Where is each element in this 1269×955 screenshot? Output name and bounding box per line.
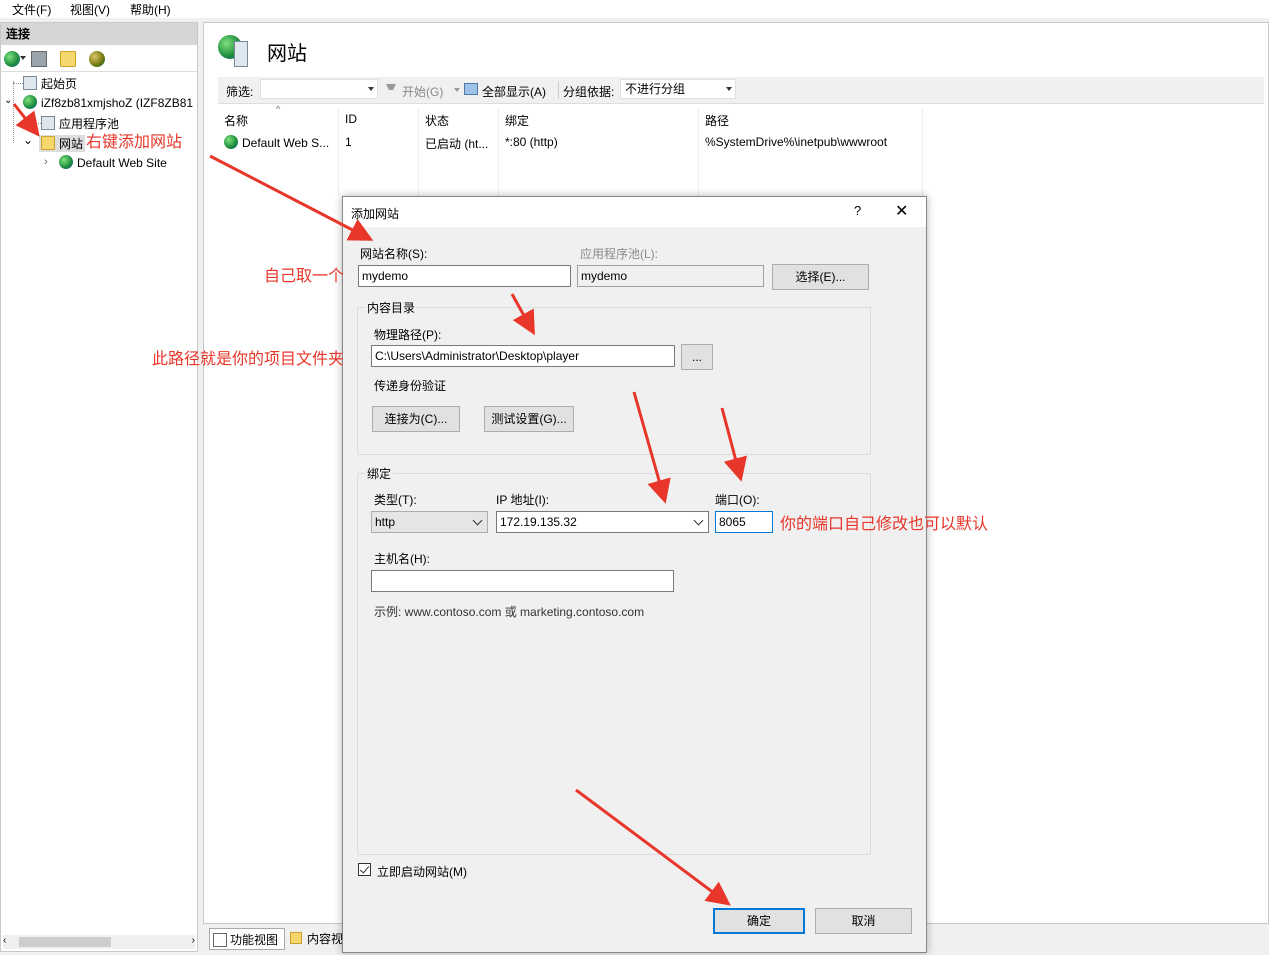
scroll-thumb[interactable] bbox=[19, 937, 111, 947]
add-website-dialog: 添加网站 ? ✕ 网站名称(S): mydemo 应用程序池(L): mydem… bbox=[342, 196, 927, 953]
dialog-title: 添加网站 bbox=[351, 207, 400, 221]
sites-folder-icon bbox=[41, 136, 55, 150]
sort-up-icon: ^ bbox=[276, 104, 281, 114]
menu-help[interactable]: 帮助(H) bbox=[130, 1, 171, 18]
binding-title: 绑定 bbox=[365, 465, 394, 482]
dropdown-caret-icon bbox=[368, 87, 374, 91]
disconnect-icon[interactable] bbox=[89, 51, 105, 67]
features-view-icon bbox=[213, 933, 227, 947]
sites-header-icon bbox=[218, 33, 254, 67]
physical-path-label: 物理路径(P): bbox=[374, 328, 442, 342]
type-label: 类型(T): bbox=[374, 493, 417, 507]
col-header-path[interactable]: 路径 bbox=[705, 112, 729, 129]
annotation-path-note: 此路径就是你的项目文件夹 bbox=[152, 351, 345, 368]
port-input[interactable]: 8065 bbox=[715, 511, 773, 533]
collapse-chevron-icon[interactable]: › bbox=[44, 156, 48, 168]
chevron-down-icon bbox=[472, 515, 483, 526]
physical-path-input[interactable]: C:\Users\Administrator\Desktop\player bbox=[371, 345, 675, 367]
show-all-icon bbox=[464, 83, 478, 95]
menu-file[interactable]: 文件(F) bbox=[12, 1, 51, 18]
col-header-name[interactable]: 名称 bbox=[224, 112, 248, 129]
ip-address-select[interactable]: 172.19.135.32 bbox=[496, 511, 709, 533]
host-name-input[interactable] bbox=[371, 570, 674, 592]
save-icon[interactable] bbox=[31, 51, 47, 67]
site-globe-icon bbox=[224, 135, 238, 149]
tree-sites[interactable]: 网站 bbox=[39, 135, 86, 152]
funnel-icon bbox=[386, 84, 396, 94]
app-pool-icon bbox=[41, 116, 55, 130]
cancel-button[interactable]: 取消 bbox=[815, 908, 912, 934]
site-globe-icon bbox=[59, 155, 73, 169]
tab-features-view[interactable]: 功能视图 bbox=[209, 928, 285, 950]
start-immediately-label[interactable]: 立即启动网站(M) bbox=[377, 863, 467, 880]
group-by-label: 分组依据: bbox=[563, 85, 615, 99]
dropdown-caret-icon[interactable] bbox=[20, 56, 26, 60]
content-view-icon bbox=[290, 932, 302, 944]
app-pool-label: 应用程序池(L): bbox=[580, 247, 659, 261]
help-button[interactable]: ? bbox=[854, 203, 861, 218]
test-settings-button[interactable]: 测试设置(G)... bbox=[484, 406, 574, 432]
col-header-status[interactable]: 状态 bbox=[425, 112, 449, 129]
type-select[interactable]: http bbox=[371, 511, 488, 533]
connections-toolbar bbox=[1, 47, 197, 72]
connect-as-button[interactable]: 连接为(C)... bbox=[372, 406, 460, 432]
menu-view[interactable]: 视图(V) bbox=[70, 1, 110, 18]
connections-pane: 连接 起始页 ⌄ iZf8zb81xmjshoZ (IZF8ZB81 应用程序池… bbox=[0, 22, 198, 952]
dialog-titlebar: 添加网站 ? ✕ bbox=[343, 197, 926, 227]
dropdown-caret-icon[interactable] bbox=[454, 88, 460, 92]
annotation-port-note: 你的端口自己修改也可以默认 bbox=[780, 516, 989, 533]
tab-content-view[interactable]: 内容视 bbox=[287, 928, 347, 950]
host-name-label: 主机名(H): bbox=[374, 552, 430, 566]
start-immediately-checkbox[interactable] bbox=[358, 863, 371, 876]
app-pool-input: mydemo bbox=[577, 265, 764, 287]
select-app-pool-button[interactable]: 选择(E)... bbox=[772, 264, 869, 290]
filter-label: 筛选: bbox=[226, 85, 254, 99]
col-header-binding[interactable]: 绑定 bbox=[505, 112, 529, 129]
browse-button[interactable]: ... bbox=[681, 344, 713, 370]
site-name-input[interactable]: mydemo bbox=[358, 265, 571, 287]
tree-default-web-site[interactable]: Default Web Site bbox=[59, 155, 167, 170]
menu-bar: 文件(F) 视图(V) 帮助(H) bbox=[0, 0, 1269, 18]
start-filter-button[interactable]: 开始(G) bbox=[402, 83, 443, 100]
connections-hscrollbar[interactable]: ‹ › bbox=[3, 935, 195, 949]
connect-globe-icon[interactable] bbox=[4, 51, 20, 67]
toolbar-divider bbox=[558, 81, 559, 99]
port-label: 端口(O): bbox=[715, 493, 760, 507]
host-example-text: 示例: www.contoso.com 或 marketing.contoso.… bbox=[374, 605, 645, 619]
start-page-icon bbox=[23, 76, 37, 90]
content-directory-title: 内容目录 bbox=[365, 299, 418, 316]
view-tabs: 功能视图 内容视 bbox=[203, 926, 363, 952]
annotation-right-click: 右键添加网站 bbox=[86, 134, 183, 151]
chevron-down-icon bbox=[693, 515, 704, 526]
annotation-name-yourself: 自己取一个 bbox=[264, 268, 345, 285]
expand-chevron-icon[interactable]: ⌄ bbox=[4, 95, 12, 106]
filter-bar: 筛选: 开始(G) 全部显示(A) 分组依据: 不进行分组 bbox=[218, 77, 1264, 104]
col-header-id[interactable]: ID bbox=[345, 112, 357, 126]
tree-start-page[interactable]: 起始页 bbox=[23, 75, 77, 92]
filter-input[interactable] bbox=[260, 79, 378, 99]
sites-expand-chevron-icon[interactable]: ⌄ bbox=[23, 133, 33, 147]
page-title: 网站 bbox=[267, 43, 307, 65]
scroll-left-icon[interactable]: ‹ bbox=[3, 935, 6, 946]
scroll-right-icon[interactable]: › bbox=[192, 935, 195, 946]
pass-through-label: 传递身份验证 bbox=[374, 379, 447, 393]
dropdown-caret-icon bbox=[726, 87, 732, 91]
show-all-button[interactable]: 全部显示(A) bbox=[482, 83, 546, 100]
server-globe-icon bbox=[23, 95, 37, 109]
tree-server[interactable]: iZf8zb81xmjshoZ (IZF8ZB81 bbox=[23, 95, 193, 110]
up-folder-icon[interactable] bbox=[60, 51, 76, 67]
group-by-select[interactable]: 不进行分组 bbox=[620, 79, 736, 99]
site-name-label: 网站名称(S): bbox=[360, 247, 428, 261]
close-icon[interactable]: ✕ bbox=[895, 201, 908, 221]
ok-button[interactable]: 确定 bbox=[713, 908, 805, 934]
ip-address-label: IP 地址(I): bbox=[496, 493, 550, 507]
connections-header: 连接 bbox=[1, 23, 197, 45]
